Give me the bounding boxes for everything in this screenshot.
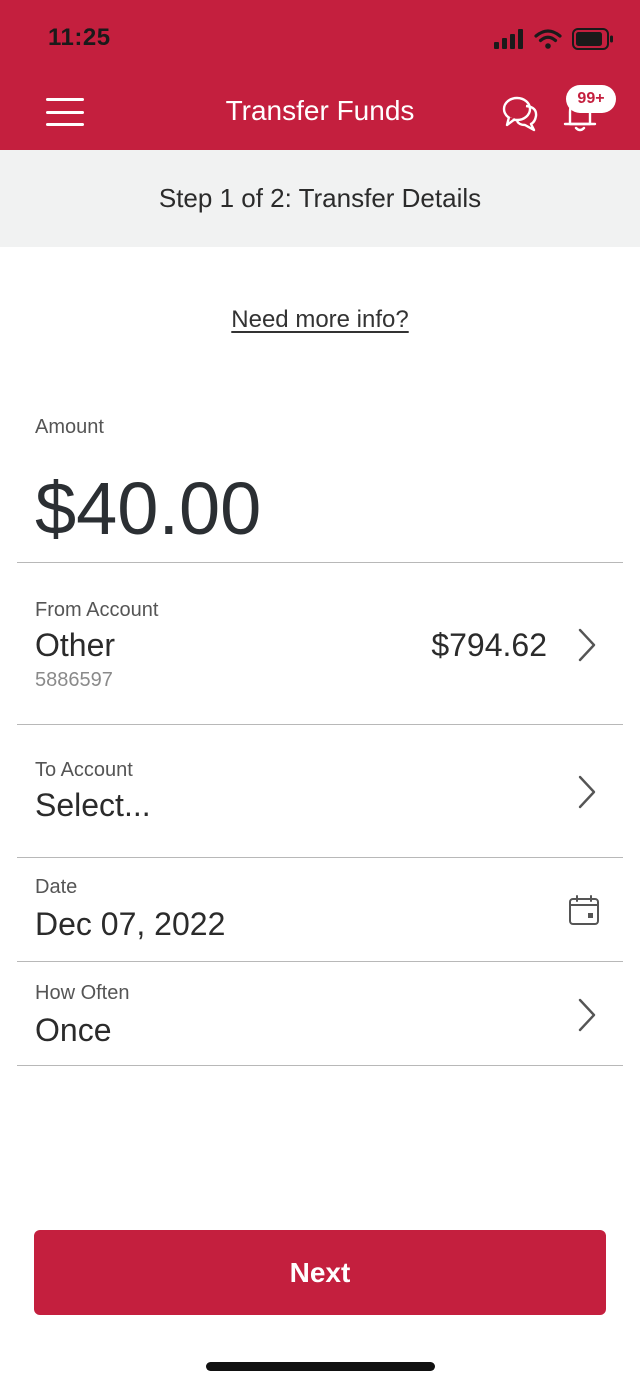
date-row[interactable]: Date Dec 07, 2022	[0, 858, 640, 961]
app-header	[0, 0, 640, 150]
status-time: 11:25	[48, 24, 111, 51]
hamburger-icon-line	[46, 123, 84, 126]
to-account-row[interactable]: To Account Select...	[0, 725, 640, 857]
signal-icon	[494, 29, 523, 49]
step-indicator: Step 1 of 2: Transfer Details	[0, 150, 640, 247]
calendar-icon[interactable]	[568, 894, 600, 926]
menu-button[interactable]	[46, 98, 84, 126]
home-indicator[interactable]	[206, 1362, 435, 1371]
hamburger-icon-line	[46, 98, 84, 101]
amount-label: Amount	[35, 416, 104, 438]
chevron-right-icon	[578, 998, 596, 1032]
next-button[interactable]: Next	[34, 1230, 606, 1315]
date-label: Date	[35, 876, 78, 898]
status-icons	[494, 26, 614, 52]
how-often-value: Once	[35, 1012, 112, 1048]
to-account-label: To Account	[35, 759, 133, 781]
from-account-number: 5886597	[35, 669, 113, 691]
from-account-row[interactable]: From Account Other 5886597 $794.62	[0, 563, 640, 724]
to-account-select: Select...	[35, 787, 151, 823]
chevron-right-icon	[578, 775, 596, 809]
divider	[17, 1065, 623, 1066]
how-often-row[interactable]: How Often Once	[0, 962, 640, 1065]
amount-input[interactable]: $40.00	[35, 466, 261, 551]
chat-icon[interactable]	[500, 92, 542, 132]
hamburger-icon-line	[46, 110, 84, 114]
wifi-icon	[534, 29, 562, 49]
info-link-container: Need more info?	[0, 306, 640, 334]
from-account-balance: $794.62	[431, 627, 547, 663]
date-value: Dec 07, 2022	[35, 906, 226, 942]
notification-badge: 99+	[566, 85, 616, 113]
need-more-info-link[interactable]: Need more info?	[231, 306, 408, 333]
battery-icon	[572, 28, 613, 50]
from-account-label: From Account	[35, 599, 159, 621]
chevron-right-icon	[578, 628, 596, 662]
how-often-label: How Often	[35, 982, 130, 1004]
from-account-name: Other	[35, 627, 116, 663]
